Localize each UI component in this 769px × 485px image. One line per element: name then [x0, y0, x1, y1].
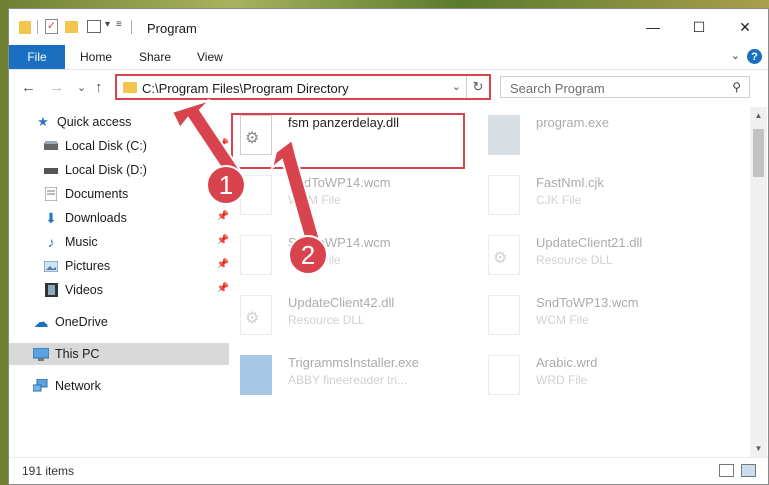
arrow-2-icon [270, 138, 322, 246]
step-2-badge: 2 [288, 235, 328, 275]
annotation-arrows [170, 99, 322, 246]
step-1-badge: 1 [206, 165, 246, 205]
